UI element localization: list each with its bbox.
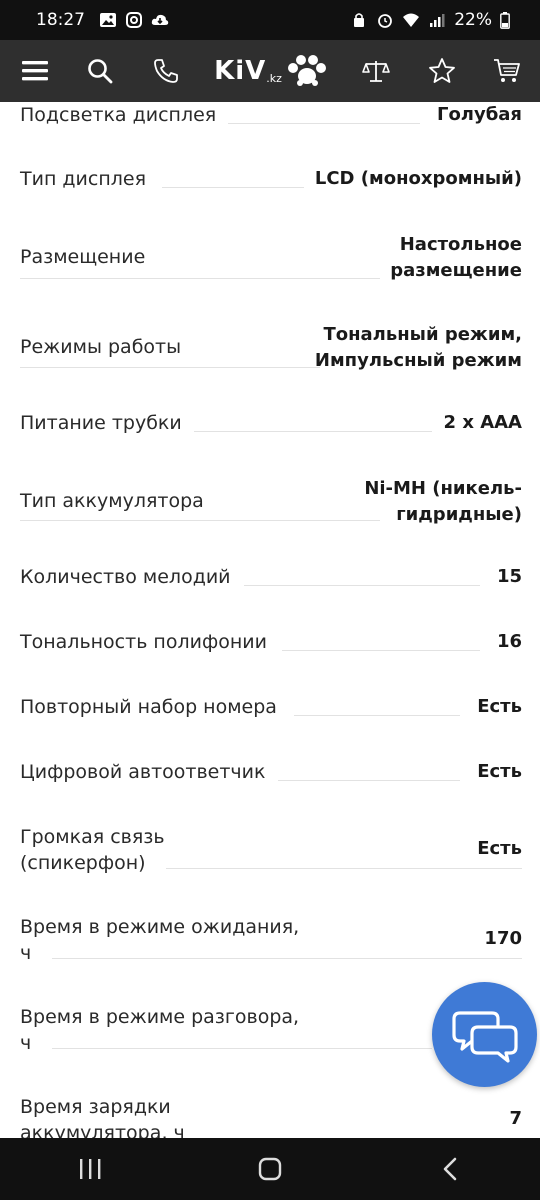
logo-suffix: .kz (266, 71, 282, 85)
spec-divider (162, 187, 304, 188)
menu-button[interactable] (18, 54, 52, 88)
battery-percent: 22% (454, 10, 492, 30)
spec-label: Подсветка дисплея (20, 104, 217, 126)
spec-row: Тип дисплея LCD (монохромный) (20, 166, 522, 196)
spec-label: Режимы работы (20, 336, 182, 358)
spec-label: Время зарядки аккумулятора, ч (20, 1096, 185, 1138)
spec-label: Тональность полифонии (20, 631, 267, 653)
spec-divider (166, 868, 522, 869)
wifi-icon (403, 13, 420, 27)
recent-apps-button[interactable] (60, 1149, 120, 1189)
spec-row: Подсветка дисплея Голубая (20, 102, 522, 132)
search-icon (88, 59, 113, 84)
signal-icon (430, 14, 445, 27)
spec-label: Размещение (20, 246, 146, 268)
cart-button[interactable] (490, 54, 524, 88)
spec-row: Размещение Настольное размещение (20, 230, 522, 286)
status-bar: 18:27 22% (0, 0, 540, 40)
spec-value: LCD (монохромный) (314, 168, 522, 189)
top-nav-bar: KiV .kz (0, 40, 540, 102)
chat-button[interactable] (432, 982, 537, 1087)
spec-value: Есть (477, 838, 522, 859)
spec-divider (20, 520, 380, 521)
battery-icon (500, 11, 510, 29)
alarm-icon (378, 14, 393, 28)
back-button[interactable] (420, 1149, 480, 1189)
spec-value: Тональный режим, Импульсный режим (314, 324, 522, 371)
phone-button[interactable] (149, 54, 183, 88)
spec-row: Громкая связь (спикерфон) Есть (20, 822, 522, 878)
spec-divider (282, 650, 480, 651)
status-right: 22% (350, 10, 510, 30)
phone-icon (153, 59, 178, 83)
favorites-star-icon (428, 58, 455, 83)
lock-icon (354, 13, 365, 27)
menu-icon (22, 61, 48, 81)
spec-value: Есть (477, 696, 522, 717)
gallery-icon (100, 13, 116, 27)
cart-icon (493, 59, 520, 82)
spec-row: Время в режиме ожидания, ч 170 (20, 912, 522, 968)
spec-divider (278, 780, 460, 781)
spec-divider (244, 585, 480, 586)
spec-divider (294, 715, 460, 716)
spec-label: Тип аккумулятора (20, 490, 204, 512)
spec-row: Цифровой автоответчик Есть (20, 759, 522, 789)
spec-value: Настольное размещение (390, 234, 522, 281)
spec-divider (194, 431, 432, 432)
spec-row: Режимы работы Тональный режим, Импульсны… (20, 320, 522, 376)
search-button[interactable] (83, 54, 117, 88)
spec-label: Цифровой автоответчик (20, 761, 266, 783)
spec-label: Тип дисплея (20, 168, 147, 190)
paw-logo-icon (287, 55, 326, 86)
instagram-icon (126, 12, 142, 28)
spec-label: Повторный набор номера (20, 696, 277, 718)
status-left: 18:27 (36, 10, 169, 30)
spec-value: 170 (484, 928, 522, 949)
status-time: 18:27 (36, 10, 85, 30)
spec-divider (20, 278, 380, 279)
home-icon (258, 1157, 282, 1181)
spec-value: Ni-MH (никель- гидридные) (364, 478, 522, 525)
spec-divider (52, 958, 522, 959)
spec-value: 2 x AAA (443, 412, 522, 433)
spec-value: 7 (509, 1108, 522, 1129)
cloud-download-icon (151, 14, 169, 25)
compare-button[interactable] (359, 54, 393, 88)
spec-label: Количество мелодий (20, 566, 231, 588)
spec-row: Тональность полифонии 16 (20, 629, 522, 659)
spec-row: Повторный набор номера Есть (20, 694, 522, 724)
spec-list: Подсветка дисплея Голубая Тип дисплея LC… (0, 102, 540, 1138)
logo-text: KiV (214, 56, 267, 86)
site-logo[interactable]: KiV .kz (214, 54, 328, 88)
spec-divider (52, 1048, 432, 1049)
spec-value: 15 (496, 566, 522, 587)
system-nav-bar (0, 1138, 540, 1200)
chat-bubbles-icon (451, 1010, 518, 1063)
spec-value: Есть (477, 761, 522, 782)
spec-row: Питание трубки 2 x AAA (20, 410, 522, 440)
spec-value: Голубая (436, 104, 522, 125)
spec-label: Громкая связь (спикерфон) (20, 826, 165, 874)
spec-row: Количество мелодий 15 (20, 564, 522, 594)
spec-divider (20, 367, 320, 368)
recent-apps-icon (80, 1159, 101, 1179)
spec-value: 16 (496, 631, 522, 652)
spec-label: Питание трубки (20, 412, 182, 434)
favorites-button[interactable] (425, 54, 459, 88)
spec-row: Тип аккумулятора Ni-MH (никель- гидридны… (20, 474, 522, 530)
spec-row: Время зарядки аккумулятора, ч 7 (20, 1092, 522, 1138)
compare-scales-icon (362, 61, 391, 82)
back-icon (443, 1157, 457, 1181)
home-button[interactable] (240, 1149, 300, 1189)
spec-divider (228, 123, 420, 124)
